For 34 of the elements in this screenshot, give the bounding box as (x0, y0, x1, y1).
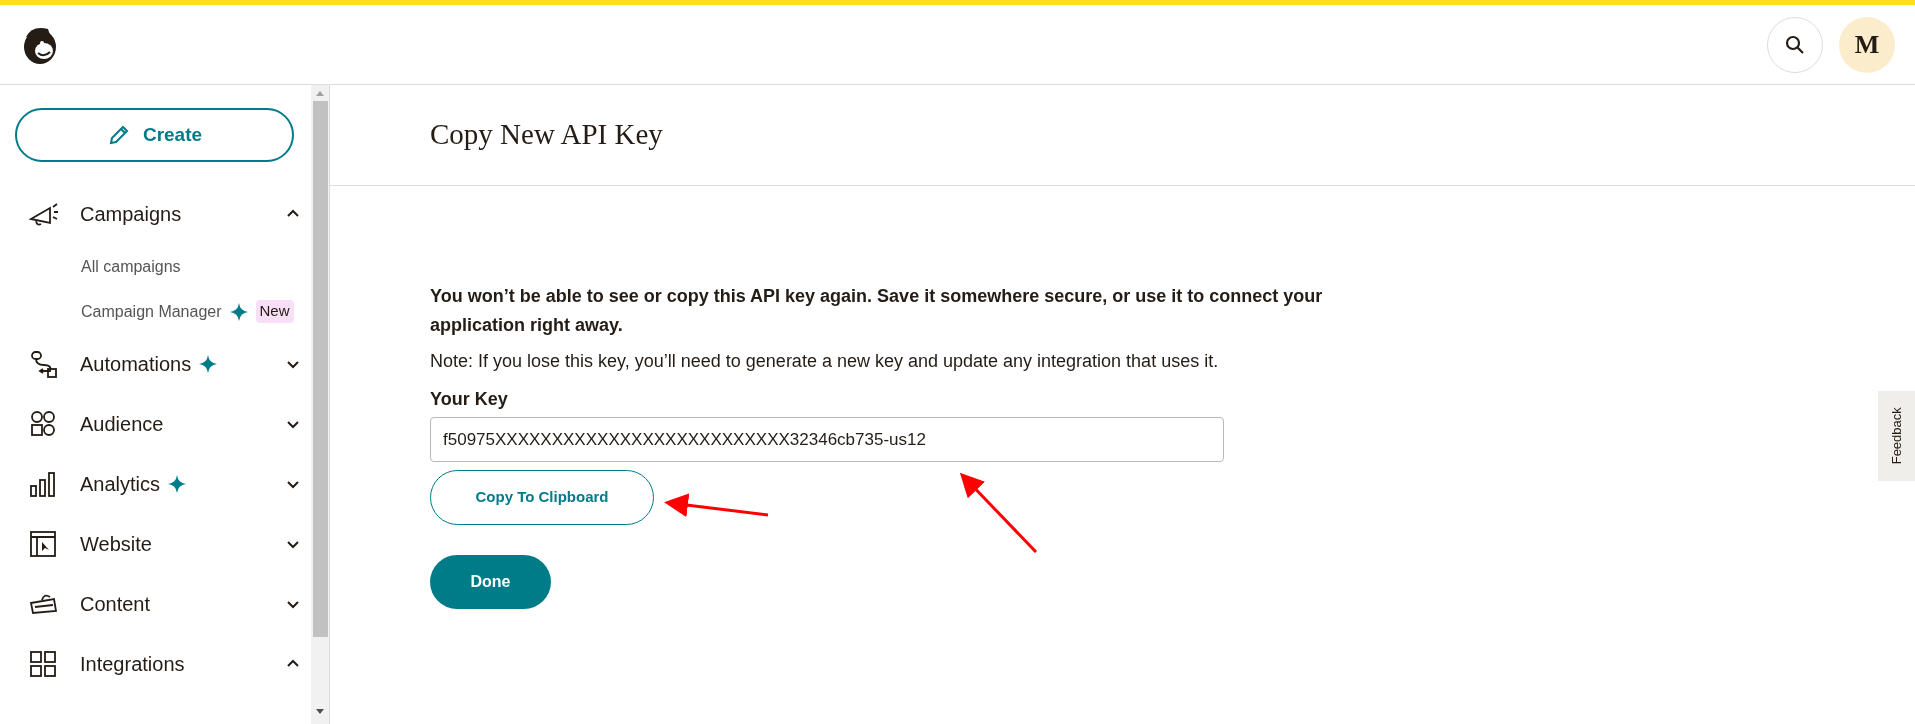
bar-chart-icon (28, 469, 58, 499)
nav-item[interactable]: Campaigns (15, 184, 311, 244)
nav-item[interactable]: Automations (15, 334, 311, 394)
nav-label: Content (80, 592, 151, 617)
create-button[interactable]: Create (15, 108, 294, 162)
done-button[interactable]: Done (430, 555, 551, 609)
nav-item[interactable]: Content (15, 574, 311, 634)
nav-item[interactable]: Website (15, 514, 311, 574)
note-text: Note: If you lose this key, you’ll need to generate a new key and update any integration that uses it. (430, 350, 1220, 373)
nav-label: Website (80, 532, 152, 557)
nav-label: Analytics (80, 472, 161, 497)
nav-item[interactable]: Audience (15, 394, 311, 454)
grid-icon (28, 649, 58, 679)
nav-subitem[interactable]: Campaign Manager (81, 299, 222, 324)
nav-label: Campaigns (80, 202, 182, 227)
nav-label: Automations (80, 352, 192, 377)
search-icon (1784, 33, 1806, 56)
nav-item[interactable]: Analytics (15, 454, 311, 514)
workflow-icon (28, 349, 58, 379)
people-icon (28, 409, 58, 439)
feedback-tab[interactable]: Feedback (1878, 391, 1915, 481)
page-title: Copy New API Key (430, 117, 663, 153)
nav-label: Audience (80, 412, 164, 437)
scroll-down-icon[interactable] (315, 708, 325, 716)
api-key-field[interactable]: f50975XXXXXXXXXXXXXXXXXXXXXXXXXX32346cb735-us12 (430, 417, 1224, 462)
nav-item[interactable]: Integrations (15, 634, 311, 694)
nav-label: Integrations (80, 652, 185, 677)
web-page-icon (28, 529, 58, 559)
key-label: Your Key (430, 388, 508, 411)
nav-subitem[interactable]: All campaigns (81, 254, 181, 279)
user-avatar[interactable]: M (1839, 16, 1895, 73)
new-badge: New (255, 300, 294, 323)
warning-text: You won’t be able to see or copy this API key again. Save it somewhere secure, or use it to connect your application right away. (430, 285, 1324, 337)
scrollbar-thumb[interactable] (312, 101, 328, 637)
